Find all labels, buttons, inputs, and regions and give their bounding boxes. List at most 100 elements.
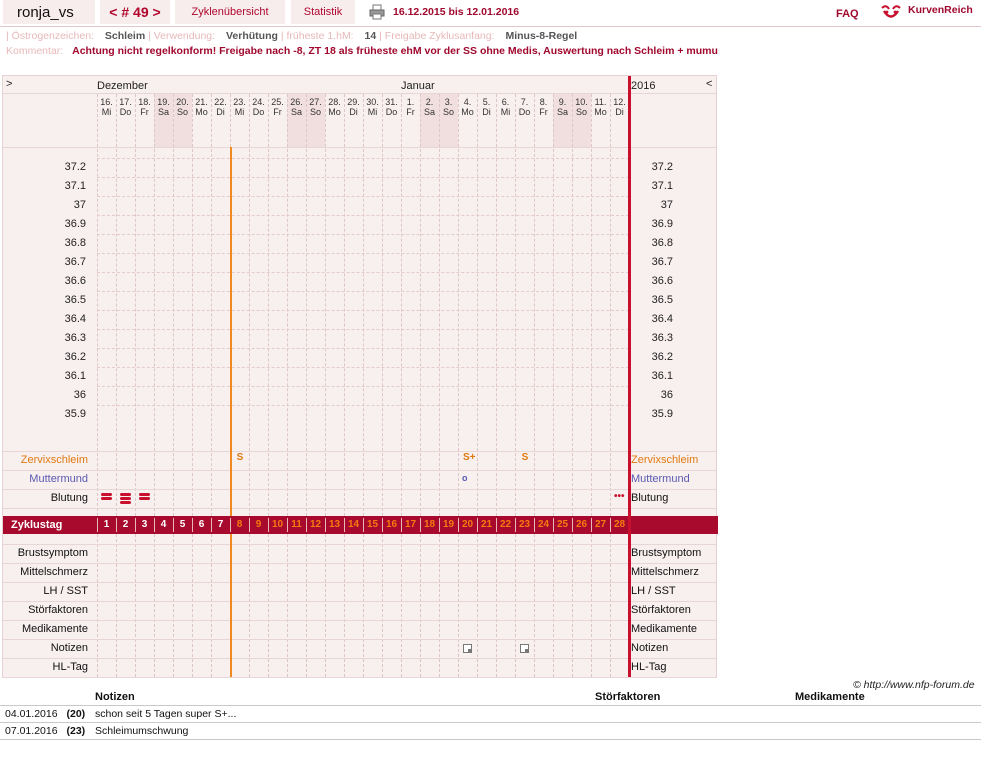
- day-gridline: [135, 534, 136, 677]
- row-label-muttermund: Muttermund: [631, 473, 690, 485]
- zyklustag-number: 18: [423, 519, 436, 530]
- tab-zyklenuebersicht[interactable]: Zyklenübersicht: [175, 0, 285, 24]
- row-label-lhsst: LH / SST: [43, 585, 88, 597]
- note-icon[interactable]: [520, 644, 529, 653]
- nav-prev-button[interactable]: >: [6, 78, 12, 90]
- row-label-zervixschleim: Zervixschleim: [631, 454, 699, 466]
- row-divider: [3, 563, 716, 564]
- release-line: [230, 534, 232, 677]
- weekday-label: Do: [518, 107, 531, 117]
- day-label: 12.: [613, 97, 626, 107]
- temp-label: 36.3: [651, 332, 673, 344]
- day-gridline: [363, 534, 364, 677]
- temp-gridline: [97, 234, 629, 235]
- zyklustag-number: 8: [236, 519, 243, 530]
- weekday-label: Mi: [500, 107, 511, 117]
- day-label: 11.: [594, 97, 607, 107]
- printer-icon[interactable]: [369, 4, 385, 20]
- day-gridline: [496, 534, 497, 677]
- nav-next-button[interactable]: <: [706, 78, 712, 90]
- blutung-marker: [139, 493, 150, 496]
- zyklustag-number: 1: [103, 519, 110, 530]
- tab-statistik[interactable]: Statistik: [291, 0, 355, 24]
- temp-gridline: [97, 196, 629, 197]
- row-label-hltag: HL-Tag: [52, 661, 88, 673]
- temp-gridline: [97, 215, 629, 216]
- meta-label: früheste 1.hM:: [286, 30, 354, 42]
- comment-text: Achtung nicht regelkonform! Freigabe nac…: [72, 45, 718, 57]
- temp-label: 36.6: [64, 275, 86, 287]
- day-gridline: [173, 534, 174, 677]
- day-label: 10.: [575, 97, 588, 107]
- day-gridline: [458, 534, 459, 677]
- day-label: 22.: [214, 97, 227, 107]
- temp-gridline: [97, 291, 629, 292]
- zyklustag-separator: [553, 518, 554, 532]
- day-label: 6.: [501, 97, 510, 107]
- row-label-blutung: Blutung: [631, 492, 669, 504]
- month-label: Januar: [401, 80, 435, 92]
- year-label: 2016: [631, 80, 656, 92]
- zyklustag-number: 23: [518, 519, 531, 530]
- day-gridline: [268, 534, 269, 677]
- day-gridline: [325, 534, 326, 677]
- blutung-marker: [120, 501, 131, 504]
- zyklustag-separator: [325, 518, 326, 532]
- note-date: 07.01.2016: [5, 725, 58, 737]
- kurvenreich-logo-icon[interactable]: [880, 2, 902, 20]
- zyklustag-separator: [173, 518, 174, 532]
- day-gridline: [477, 534, 478, 677]
- faq-link[interactable]: FAQ: [836, 8, 859, 20]
- zyklustag-separator: [154, 518, 155, 532]
- row-label-blutung: Blutung: [50, 492, 88, 504]
- zyklustag-number: 13: [328, 519, 341, 530]
- temp-label: 36.1: [651, 370, 673, 382]
- row-divider: [3, 544, 716, 545]
- note-icon[interactable]: [463, 644, 472, 653]
- brand-name[interactable]: KurvenReich: [908, 4, 973, 16]
- temp-label: 36.7: [64, 256, 86, 268]
- day-gridline: [97, 534, 98, 677]
- zyklustag-number: 19: [442, 519, 455, 530]
- top-bar: ronja_vs < # 49 > Zyklenübersicht Statis…: [0, 0, 981, 26]
- table-divider: [0, 739, 981, 740]
- zyklustag-separator: [382, 518, 383, 532]
- zervix-marker: S+: [463, 452, 476, 463]
- temp-label: 37: [73, 199, 86, 211]
- row-label-lhsst: LH / SST: [631, 585, 676, 597]
- zyklustag-number: 2: [122, 519, 129, 530]
- day-gridline: [610, 534, 611, 677]
- weekday-label: Fr: [406, 107, 415, 117]
- meta-label: Verwendung:: [153, 30, 216, 42]
- day-gridline: [211, 534, 212, 677]
- weekday-label: Di: [216, 107, 225, 117]
- day-label: 16.: [100, 97, 113, 107]
- zyklustag-separator: [363, 518, 364, 532]
- zyklustag-number: 11: [291, 519, 302, 530]
- zyklustag-number: 12: [309, 519, 322, 530]
- copyright[interactable]: © http://www.nfp-forum.de: [853, 679, 975, 691]
- weekday-label: So: [575, 107, 587, 117]
- weekday-label: Mo: [195, 107, 208, 117]
- day-label: 3.: [444, 97, 453, 107]
- day-gridline: [306, 534, 307, 677]
- temp-label: 37.1: [64, 180, 86, 192]
- cycle-navigation[interactable]: < # 49 >: [100, 0, 170, 24]
- temp-label: 36.9: [651, 218, 673, 230]
- zyklustag-separator: [610, 518, 611, 532]
- zyklustag-separator: [572, 518, 573, 532]
- weekday-label: Mi: [234, 107, 245, 117]
- row-divider: [3, 582, 716, 583]
- username[interactable]: ronja_vs: [3, 0, 95, 24]
- zervix-marker: S: [521, 452, 529, 463]
- zyklustag-separator: [401, 518, 402, 532]
- weekday-label: Mi: [101, 107, 112, 117]
- blutung-marker: •••: [614, 491, 625, 502]
- zyklustag-separator: [306, 518, 307, 532]
- temp-label: 36.6: [651, 275, 673, 287]
- day-label: 28.: [328, 97, 341, 107]
- weekday-label: Sa: [423, 107, 435, 117]
- zyklustag-label: Zyklustag: [11, 519, 63, 531]
- row-divider: [3, 508, 716, 509]
- zyklustag-separator: [496, 518, 497, 532]
